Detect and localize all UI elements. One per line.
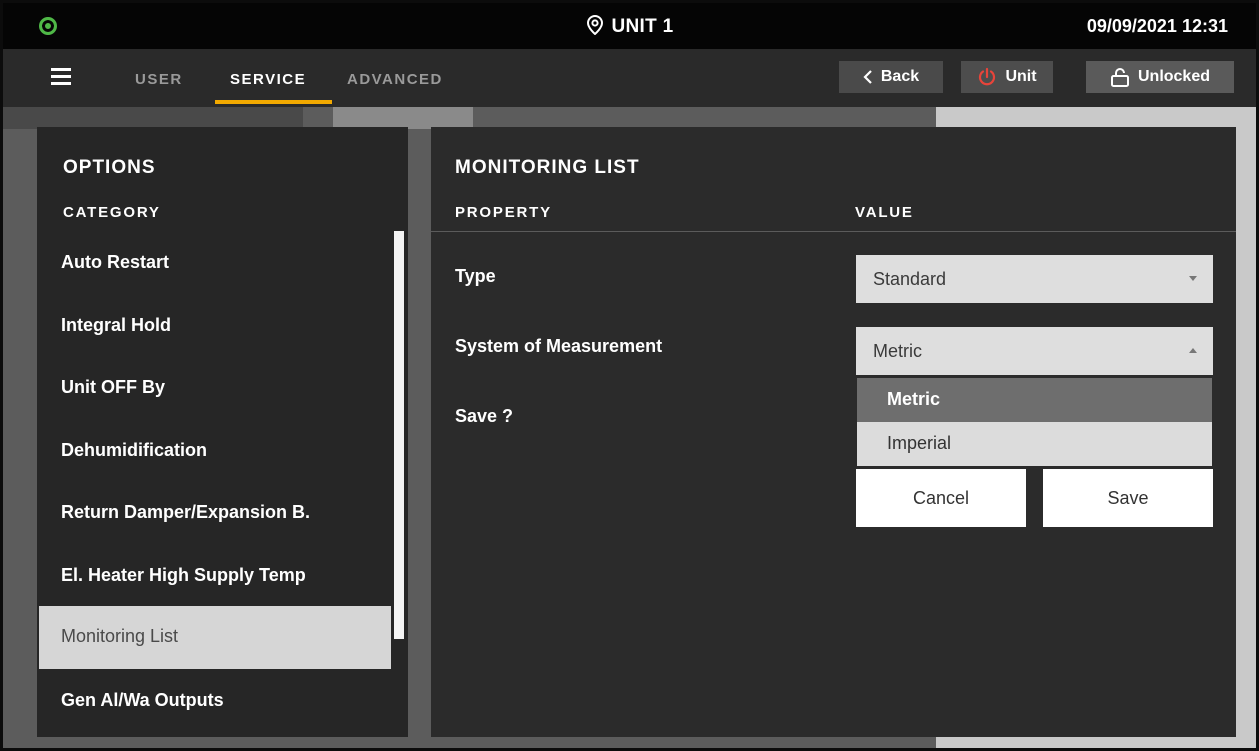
save-prompt-label: Save ? xyxy=(455,406,514,426)
options-panel: OPTIONS CATEGORY Auto Restart Integral H… xyxy=(37,127,408,737)
measurement-label: System of Measurement xyxy=(455,336,663,356)
cancel-button[interactable]: Cancel xyxy=(856,469,1026,527)
caret-up-icon xyxy=(1189,348,1197,353)
value-header: VALUE xyxy=(855,204,914,221)
unlocked-button-label: Unlocked xyxy=(1137,68,1210,85)
property-header: PROPERTY xyxy=(455,204,552,221)
header-divider xyxy=(431,231,1236,232)
menu-icon[interactable] xyxy=(51,68,71,85)
type-label: Type xyxy=(455,266,496,286)
caret-down-icon xyxy=(1189,276,1197,281)
unit-power-button[interactable]: Unit xyxy=(961,61,1053,93)
options-title: OPTIONS xyxy=(63,157,156,178)
save-button[interactable]: Save xyxy=(1043,469,1213,527)
category-header: CATEGORY xyxy=(63,204,161,221)
type-select-value: Standard xyxy=(873,269,947,289)
dropdown-option-imperial[interactable]: Imperial xyxy=(857,422,1212,466)
category-item-integral-hold[interactable]: Integral Hold xyxy=(39,294,391,357)
category-list: Auto Restart Integral Hold Unit OFF By D… xyxy=(39,231,391,731)
status-bar: UNIT 1 09/09/2021 12:31 xyxy=(3,3,1256,49)
active-tab-indicator xyxy=(215,100,332,104)
monitoring-panel: MONITORING LIST PROPERTY VALUE Type Stan… xyxy=(431,127,1236,737)
category-item-gen-al-wa-outputs[interactable]: Gen Al/Wa Outputs xyxy=(39,669,391,732)
unlocked-button[interactable]: Unlocked xyxy=(1086,61,1234,93)
app-frame: UNIT 1 09/09/2021 12:31 USER SERVICE ADV… xyxy=(0,0,1259,751)
location-pin-icon xyxy=(586,14,604,41)
back-button-label: Back xyxy=(880,68,920,85)
category-item-auto-restart[interactable]: Auto Restart xyxy=(39,231,391,294)
unlock-icon xyxy=(1110,67,1130,87)
chevron-left-icon xyxy=(863,70,873,84)
power-icon xyxy=(977,67,997,87)
decorative-strip xyxy=(3,107,303,129)
measurement-dropdown: Metric Imperial xyxy=(857,378,1212,466)
dropdown-option-metric[interactable]: Metric xyxy=(857,378,1212,422)
category-item-monitoring-list[interactable]: Monitoring List xyxy=(39,606,391,669)
back-button[interactable]: Back xyxy=(839,61,943,93)
datetime: 09/09/2021 12:31 xyxy=(1086,16,1228,36)
tab-user[interactable]: USER xyxy=(135,71,183,88)
unit-title-text: UNIT 1 xyxy=(611,16,674,37)
nav-bar: USER SERVICE ADVANCED Back Unit Unlocked xyxy=(3,49,1256,107)
category-item-el-heater[interactable]: El. Heater High Supply Temp xyxy=(39,544,391,607)
decorative-strip xyxy=(333,107,473,129)
unit-title: UNIT 1 xyxy=(3,14,1256,41)
category-item-return-damper[interactable]: Return Damper/Expansion B. xyxy=(39,481,391,544)
category-scrollbar[interactable] xyxy=(394,231,404,639)
tab-advanced[interactable]: ADVANCED xyxy=(347,71,443,88)
measurement-select-value: Metric xyxy=(873,341,922,361)
tab-service[interactable]: SERVICE xyxy=(230,71,306,88)
category-item-dehumidification[interactable]: Dehumidification xyxy=(39,419,391,482)
category-item-unit-off-by[interactable]: Unit OFF By xyxy=(39,356,391,419)
unit-button-label: Unit xyxy=(1005,68,1037,85)
measurement-select[interactable]: Metric xyxy=(856,327,1213,375)
monitoring-title: MONITORING LIST xyxy=(455,157,640,178)
type-select[interactable]: Standard xyxy=(856,255,1213,303)
